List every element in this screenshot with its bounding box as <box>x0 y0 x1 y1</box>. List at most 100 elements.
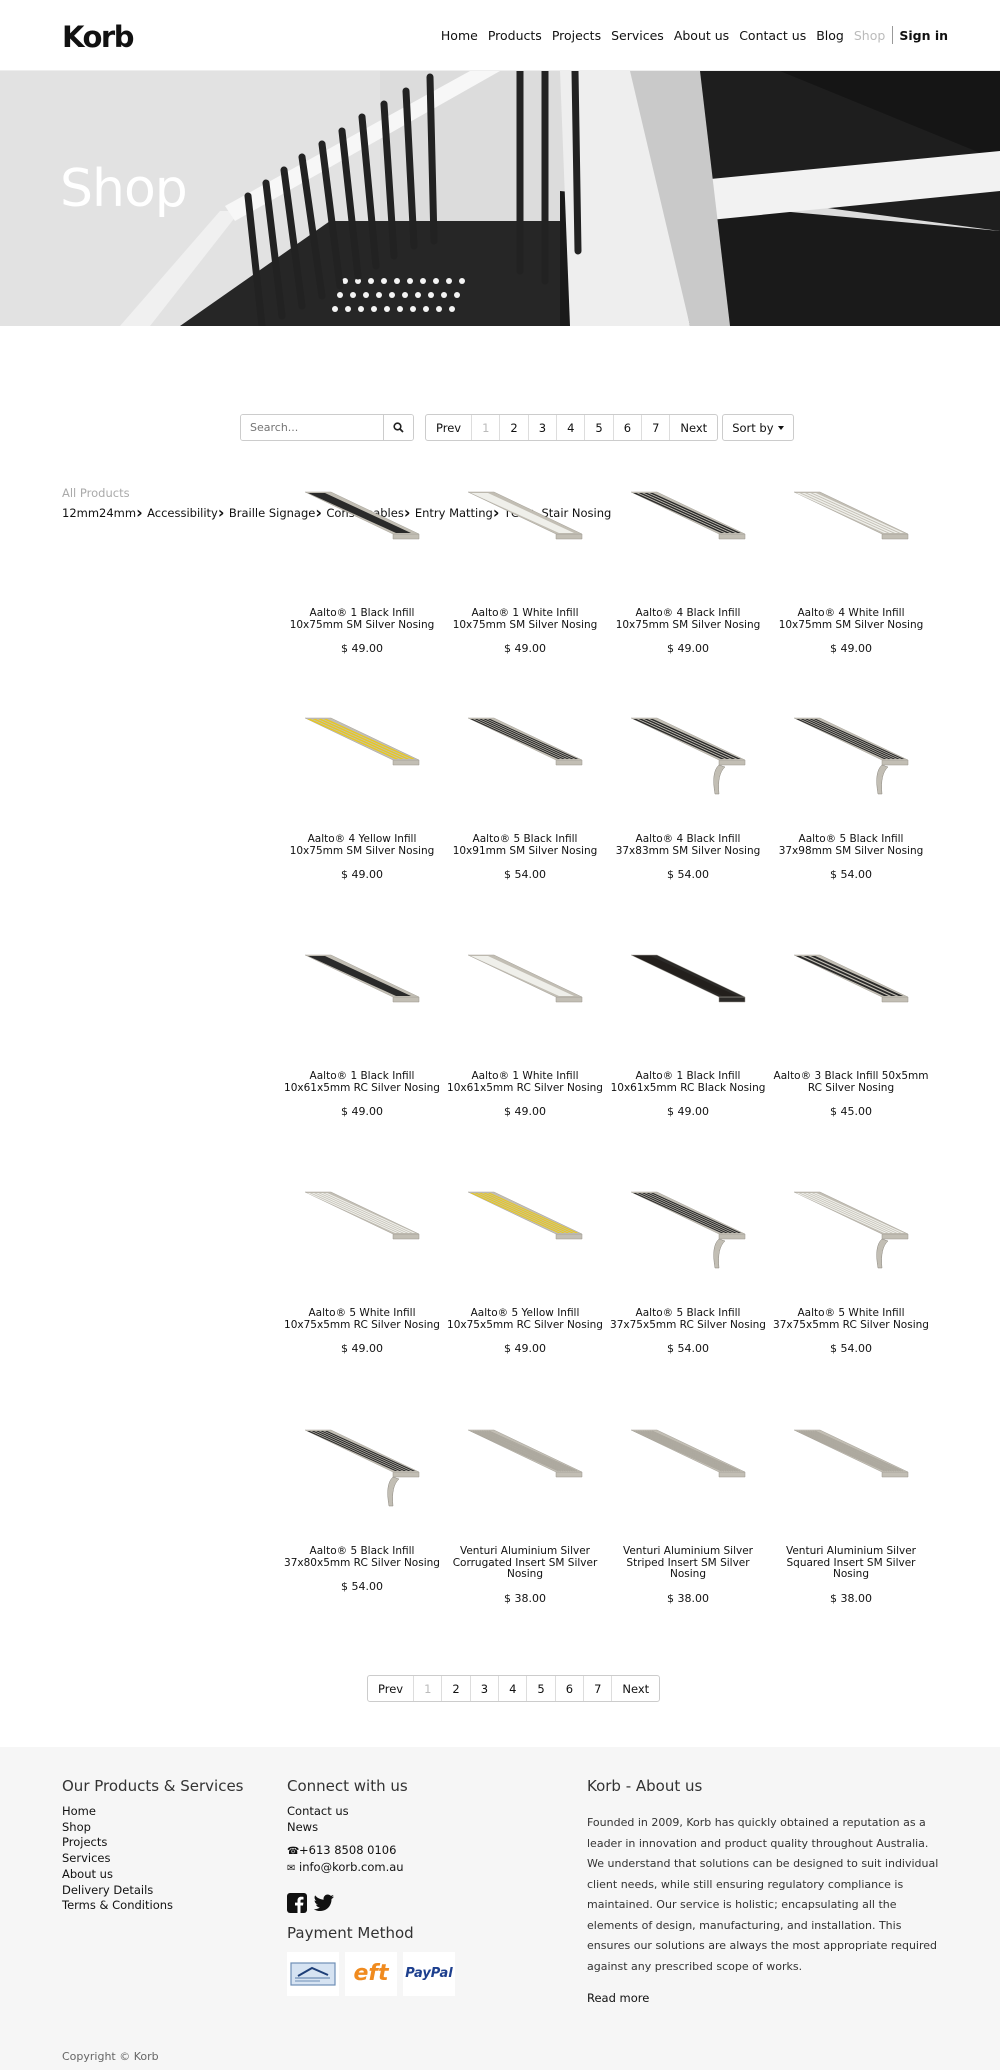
footer-link-projects[interactable]: Projects <box>62 1835 244 1851</box>
product-name[interactable]: Aalto® 5 Black Infill 37x80x5mm RC Silve… <box>284 1545 440 1569</box>
stair-nosing-image[interactable] <box>786 953 916 1033</box>
product-name[interactable]: Aalto® 5 White Infill 37x75x5mm RC Silve… <box>773 1307 929 1331</box>
nav-shop[interactable]: Shop <box>854 28 885 43</box>
stair-nosing-image[interactable] <box>297 490 427 570</box>
product-image[interactable] <box>610 1428 766 1508</box>
stair-nosing-image[interactable] <box>460 953 590 1033</box>
footer-link-about[interactable]: About us <box>62 1867 244 1883</box>
product-card[interactable]: Aalto® 4 Black Infill 10x75mm SM Silver … <box>610 490 766 655</box>
product-image[interactable] <box>447 490 603 570</box>
product-card[interactable]: Aalto® 3 Black Infill 50x5mm RC Silver N… <box>773 953 929 1118</box>
footer-link-news[interactable]: News <box>287 1820 461 1836</box>
product-name[interactable]: Venturi Aluminium Silver Striped Insert … <box>610 1545 766 1581</box>
stair-nosing-image[interactable] <box>297 716 427 796</box>
stair-nosing-image[interactable] <box>786 1190 916 1270</box>
product-card[interactable]: Aalto® 1 White Infill 10x61x5mm RC Silve… <box>447 953 603 1118</box>
stair-nosing-image[interactable] <box>297 1428 427 1508</box>
search-button[interactable] <box>383 415 413 440</box>
product-card[interactable]: Aalto® 5 Yellow Infill 10x75x5mm RC Silv… <box>447 1190 603 1355</box>
product-image[interactable] <box>610 953 766 1033</box>
product-name[interactable]: Aalto® 4 Black Infill 10x75mm SM Silver … <box>610 607 766 631</box>
pager-page-4[interactable]: 4 <box>556 415 584 440</box>
product-image[interactable] <box>610 716 766 796</box>
pager-page-4[interactable]: 4 <box>498 1676 526 1701</box>
chevron-right-icon[interactable]: › <box>218 503 229 523</box>
pager-page-2[interactable]: 2 <box>441 1676 469 1701</box>
twitter-icon[interactable] <box>313 1893 335 1917</box>
stair-nosing-image[interactable] <box>460 1190 590 1270</box>
product-name[interactable]: Aalto® 3 Black Infill 50x5mm RC Silver N… <box>773 1070 929 1094</box>
facebook-icon[interactable] <box>287 1892 307 1917</box>
product-card[interactable]: Aalto® 5 White Infill 10x75x5mm RC Silve… <box>284 1190 440 1355</box>
product-image[interactable] <box>773 953 929 1033</box>
product-image[interactable] <box>447 1428 603 1508</box>
product-card[interactable]: Aalto® 5 White Infill 37x75x5mm RC Silve… <box>773 1190 929 1355</box>
product-image[interactable] <box>284 1190 440 1270</box>
footer-phone[interactable]: ☎+613 8508 0106 <box>287 1843 461 1860</box>
nav-contact[interactable]: Contact us <box>739 28 806 43</box>
pager-prev[interactable]: Prev <box>426 415 471 440</box>
stair-nosing-image[interactable] <box>297 1190 427 1270</box>
nav-projects[interactable]: Projects <box>552 28 601 43</box>
footer-link-shop[interactable]: Shop <box>62 1820 244 1836</box>
product-name[interactable]: Aalto® 4 Yellow Infill 10x75mm SM Silver… <box>284 833 440 857</box>
product-card[interactable]: Aalto® 5 Black Infill 37x80x5mm RC Silve… <box>284 1428 440 1593</box>
product-image[interactable] <box>773 1428 929 1508</box>
product-card[interactable]: Aalto® 4 White Infill 10x75mm SM Silver … <box>773 490 929 655</box>
stair-nosing-image[interactable] <box>623 1190 753 1270</box>
pager-next[interactable]: Next <box>611 1676 659 1701</box>
nav-home[interactable]: Home <box>441 28 478 43</box>
product-image[interactable] <box>773 716 929 796</box>
category-item[interactable]: 12mm <box>62 503 99 523</box>
nav-services[interactable]: Services <box>611 28 664 43</box>
product-name[interactable]: Aalto® 5 Black Infill 37x75x5mm RC Silve… <box>610 1307 766 1331</box>
chevron-right-icon[interactable]: › <box>136 503 147 523</box>
product-name[interactable]: Aalto® 4 Black Infill 37x83mm SM Silver … <box>610 833 766 857</box>
stair-nosing-image[interactable] <box>786 490 916 570</box>
pager-page-3[interactable]: 3 <box>527 415 556 440</box>
stair-nosing-image[interactable] <box>623 490 753 570</box>
product-name[interactable]: Aalto® 5 White Infill 10x75x5mm RC Silve… <box>284 1307 440 1331</box>
footer-link-services[interactable]: Services <box>62 1851 244 1867</box>
product-card[interactable]: Aalto® 4 Black Infill 37x83mm SM Silver … <box>610 716 766 881</box>
product-image[interactable] <box>284 716 440 796</box>
product-image[interactable] <box>773 1190 929 1270</box>
product-name[interactable]: Aalto® 5 Yellow Infill 10x75x5mm RC Silv… <box>447 1307 603 1331</box>
product-name[interactable]: Aalto® 5 Black Infill 10x91mm SM Silver … <box>447 833 603 857</box>
category-item[interactable]: 24mm <box>99 503 136 523</box>
stair-nosing-image[interactable] <box>460 490 590 570</box>
pager-page-6[interactable]: 6 <box>612 415 641 440</box>
stair-nosing-image[interactable] <box>786 1428 916 1508</box>
stair-nosing-image[interactable] <box>623 953 753 1033</box>
pager-page-2[interactable]: 2 <box>499 415 527 440</box>
read-more-link[interactable]: Read more <box>587 1991 947 2005</box>
product-card[interactable]: Aalto® 5 Black Infill 37x98mm SM Silver … <box>773 716 929 881</box>
product-card[interactable]: Aalto® 4 Yellow Infill 10x75mm SM Silver… <box>284 716 440 881</box>
sort-by-dropdown[interactable]: Sort by <box>722 414 794 441</box>
product-card[interactable]: Venturi Aluminium Silver Squared Insert … <box>773 1428 929 1605</box>
search-input[interactable] <box>241 415 383 440</box>
product-card[interactable]: Aalto® 1 Black Infill 10x61x5mm RC Silve… <box>284 953 440 1118</box>
product-image[interactable] <box>773 490 929 570</box>
footer-link-contact[interactable]: Contact us <box>287 1804 461 1820</box>
product-name[interactable]: Aalto® 1 White Infill 10x61x5mm RC Silve… <box>447 1070 603 1094</box>
stair-nosing-image[interactable] <box>623 1428 753 1508</box>
product-image[interactable] <box>447 1190 603 1270</box>
pager-page-5[interactable]: 5 <box>526 1676 554 1701</box>
footer-link-delivery[interactable]: Delivery Details <box>62 1883 244 1899</box>
stair-nosing-image[interactable] <box>460 716 590 796</box>
stair-nosing-image[interactable] <box>786 716 916 796</box>
product-card[interactable]: Aalto® 5 Black Infill 37x75x5mm RC Silve… <box>610 1190 766 1355</box>
product-name[interactable]: Aalto® 1 Black Infill 10x61x5mm RC Black… <box>610 1070 766 1094</box>
product-name[interactable]: Aalto® 1 Black Infill 10x61x5mm RC Silve… <box>284 1070 440 1094</box>
footer-link-terms[interactable]: Terms & Conditions <box>62 1898 244 1914</box>
pager-prev[interactable]: Prev <box>368 1676 413 1701</box>
site-logo[interactable]: Korb <box>62 20 134 54</box>
product-image[interactable] <box>447 716 603 796</box>
product-card[interactable]: Venturi Aluminium Silver Corrugated Inse… <box>447 1428 603 1605</box>
product-name[interactable]: Aalto® 5 Black Infill 37x98mm SM Silver … <box>773 833 929 857</box>
footer-email[interactable]: ✉ info@korb.com.au <box>287 1860 461 1877</box>
stair-nosing-image[interactable] <box>460 1428 590 1508</box>
product-image[interactable] <box>447 953 603 1033</box>
footer-link-home[interactable]: Home <box>62 1804 244 1820</box>
